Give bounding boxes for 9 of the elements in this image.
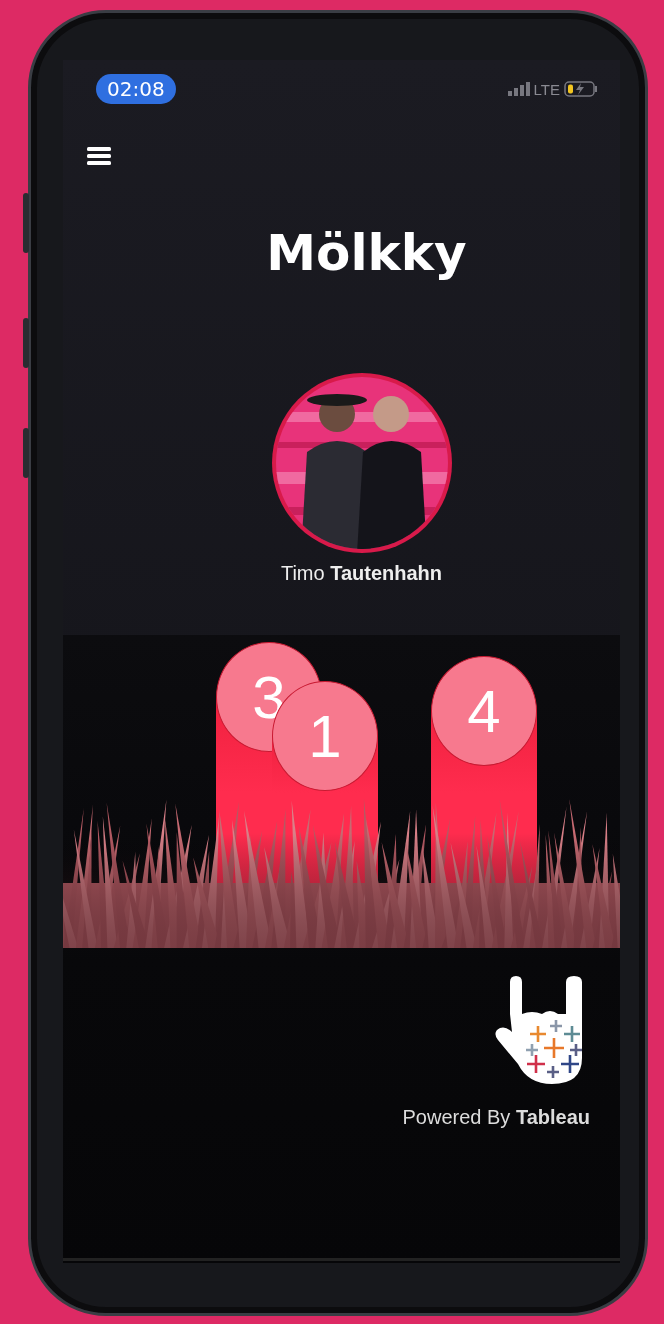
player-name: Timo Tautenhahn <box>280 562 443 585</box>
powered-by-text: Powered By Tableau <box>402 1106 590 1129</box>
battery-icon <box>564 81 598 97</box>
pin-top: 4 <box>431 656 537 766</box>
signal-icon <box>507 82 530 96</box>
app-title: Mölkky <box>265 224 468 282</box>
menu-icon[interactable] <box>87 146 111 166</box>
network-label: LTE <box>533 80 560 98</box>
status-time: 02:08 <box>96 74 176 104</box>
